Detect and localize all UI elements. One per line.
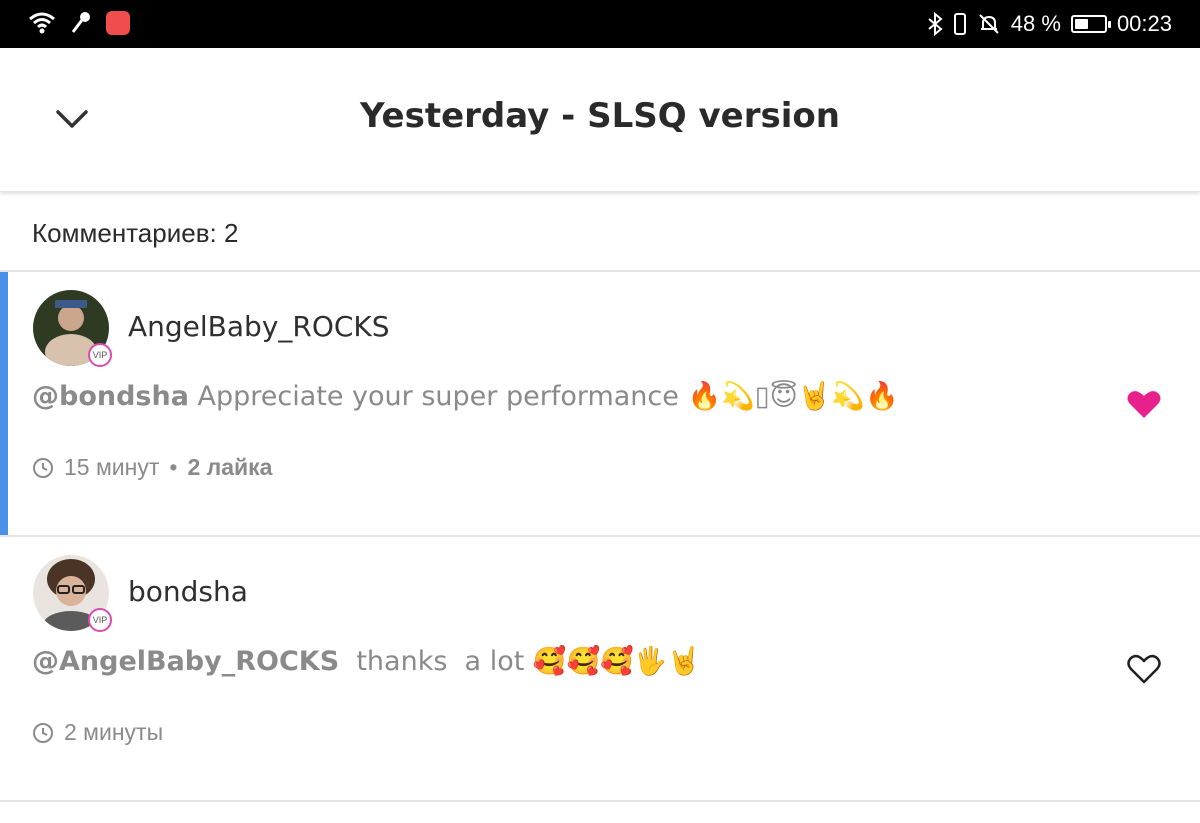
- bell-off-icon: [979, 14, 999, 34]
- bluetooth-icon: [928, 12, 943, 36]
- like-button[interactable]: [1124, 384, 1164, 424]
- comment-time: 2 минуты: [64, 719, 164, 745]
- comments-count: Комментариев: 2: [32, 218, 239, 248]
- meta-separator: •: [169, 454, 178, 480]
- heart-filled-icon: [1127, 391, 1161, 418]
- comment-username[interactable]: bondsha: [128, 575, 248, 608]
- comment-text: @bondsha Appreciate your super performan…: [32, 380, 899, 412]
- comment-item: VIP AngelBaby_ROCKS @bondsha Appreciate …: [0, 272, 1200, 535]
- status-right-icons: 48 % 00:23: [927, 0, 1172, 48]
- comment-text: @AngelBaby_ROCKS thanks a lot 🥰🥰🥰🖐🤘: [32, 645, 701, 677]
- vip-badge: VIP: [88, 608, 112, 632]
- heart-outline-icon: [1127, 654, 1161, 684]
- page-title: Yesterday - SLSQ version: [360, 96, 840, 136]
- battery-icon: [1070, 15, 1111, 33]
- comment-item: VIP bondsha @AngelBaby_ROCKS thanks a lo…: [0, 537, 1200, 800]
- mention-link[interactable]: @AngelBaby_ROCKS: [32, 646, 339, 677]
- divider: [0, 800, 1200, 802]
- comment-meta: 2 минуты: [32, 719, 163, 746]
- clock-icon: [33, 722, 53, 743]
- likes-count[interactable]: 2 лайка: [187, 454, 272, 481]
- comment-time: 15 минут: [64, 454, 160, 480]
- clock: 00:23: [1116, 11, 1172, 36]
- mention-link[interactable]: @bondsha: [32, 381, 189, 412]
- status-left-icons: [28, 10, 130, 36]
- comment-body: Appreciate your super performance: [188, 381, 688, 412]
- wifi-icon: [29, 12, 55, 34]
- comment-meta: 15 минут • 2 лайка: [32, 454, 272, 481]
- app-notification-icon: [106, 11, 130, 35]
- header: Yesterday - SLSQ version: [0, 48, 1200, 192]
- vibrate-icon: [953, 13, 966, 35]
- comment-body: thanks a lot: [339, 646, 533, 677]
- microphone-icon: [71, 12, 90, 33]
- highlight-bar: [0, 272, 8, 535]
- clock-icon: [33, 457, 53, 478]
- vip-badge: VIP: [88, 343, 112, 367]
- status-bar: 48 % 00:23: [0, 0, 1200, 48]
- battery-percent: 48 %: [1010, 11, 1061, 36]
- like-button[interactable]: [1124, 649, 1164, 689]
- comment-emojis: 🔥💫▯😇🤘💫🔥: [687, 381, 899, 412]
- comment-username[interactable]: AngelBaby_ROCKS: [128, 310, 390, 343]
- comment-emojis: 🥰🥰🥰🖐🤘: [532, 646, 701, 677]
- battery-fill: [1074, 19, 1089, 29]
